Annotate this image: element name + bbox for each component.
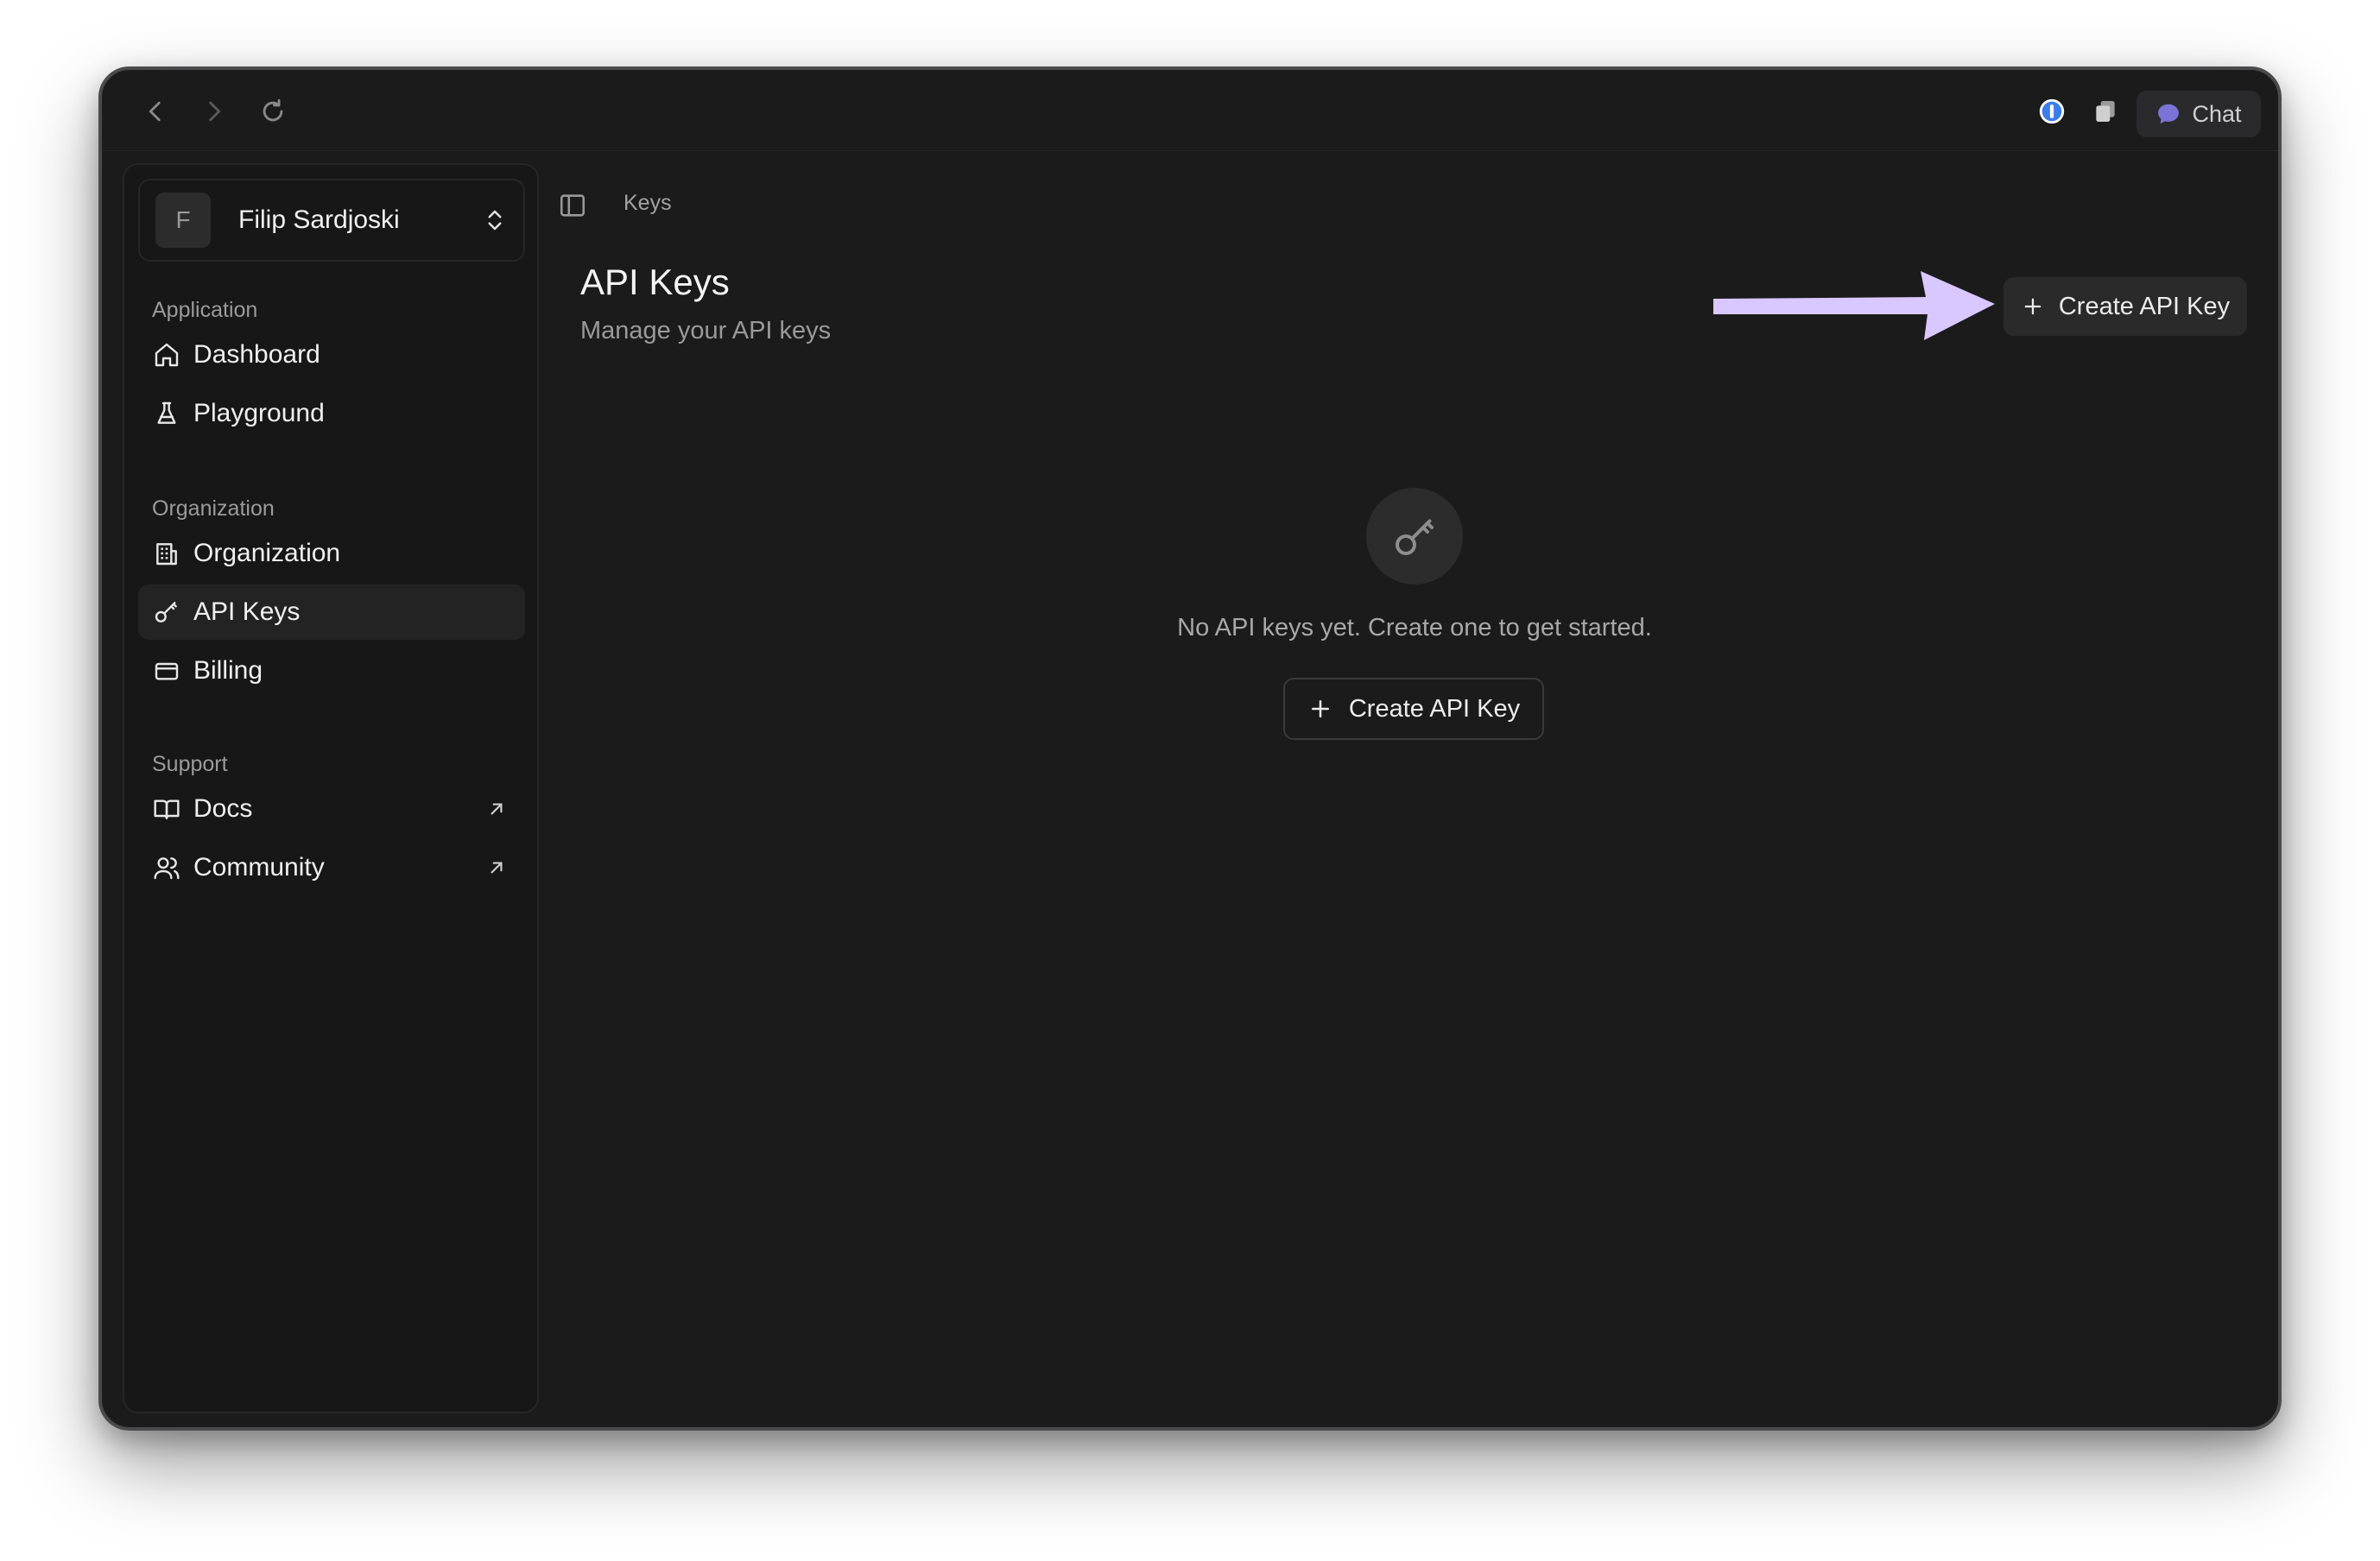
reload-button[interactable] [254, 92, 292, 130]
page-title: API Keys [580, 262, 730, 302]
sidebar-item-playground[interactable]: Playground [138, 386, 525, 441]
chat-bubble-icon [2158, 104, 2180, 124]
plus-icon [1311, 700, 1329, 717]
home-icon [155, 343, 179, 367]
pointer-arrow-icon [1713, 271, 1995, 340]
sidebar-item-dashboard[interactable]: Dashboard [138, 327, 525, 382]
sidebar: F Filip Sardjoski Application Dashboard … [123, 163, 539, 1413]
sidebar-item-community[interactable]: Community [138, 840, 525, 895]
empty-state-message: No API keys yet. Create one to get start… [1177, 614, 1652, 641]
key-icon [1396, 519, 1434, 555]
sidebar-item-billing[interactable]: Billing [138, 643, 525, 698]
section-label-support: Support [152, 752, 228, 776]
section-label-application: Application [152, 298, 258, 322]
sidebar-toggle-icon[interactable] [558, 191, 587, 220]
sidebar-item-label: Billing [193, 656, 263, 685]
external-link-icon [491, 862, 503, 874]
account-switcher[interactable]: F Filip Sardjoski [138, 179, 525, 262]
credit-card-icon [155, 662, 179, 680]
sidebar-item-api-keys[interactable]: API Keys [138, 585, 525, 640]
sidebar-item-label: Community [193, 853, 325, 882]
chat-label: Chat [2192, 100, 2242, 127]
forward-arrow-icon [209, 101, 221, 122]
chevron-up-down-icon [488, 210, 502, 231]
building-icon [156, 543, 177, 566]
create-api-key-label: Create API Key [2058, 292, 2231, 320]
user-name: Filip Sardjoski [238, 205, 400, 234]
back-button[interactable] [136, 92, 174, 130]
copy-icon [2096, 101, 2115, 122]
top-bar: Chat [102, 70, 2278, 151]
reload-icon [263, 98, 283, 122]
copy-button[interactable] [2088, 94, 2123, 129]
users-icon [154, 857, 180, 880]
flask-icon [157, 401, 176, 424]
empty-state-badge [1366, 488, 1463, 585]
forward-button[interactable] [195, 92, 233, 130]
empty-state-create-button[interactable]: Create API Key [1283, 678, 1544, 740]
password-manager-icon [2039, 98, 2065, 124]
page-subtitle: Manage your API keys [580, 317, 832, 344]
back-arrow-icon [149, 101, 161, 122]
sidebar-item-organization[interactable]: Organization [138, 526, 525, 581]
create-api-key-button[interactable]: Create API Key [2003, 277, 2247, 336]
sidebar-item-label: API Keys [193, 597, 301, 626]
section-label-organization: Organization [152, 496, 275, 521]
breadcrumb: Keys [623, 191, 672, 215]
sidebar-item-docs[interactable]: Docs [138, 781, 525, 837]
empty-state-create-label: Create API Key [1348, 694, 1521, 723]
sidebar-item-label: Dashboard [193, 340, 320, 369]
key-icon [155, 602, 177, 623]
chat-button[interactable]: Chat [2136, 91, 2261, 137]
sidebar-item-label: Organization [193, 539, 341, 567]
avatar: F [155, 193, 211, 248]
external-link-icon [491, 803, 503, 815]
app-window: Chat F Filip Sardjoski Application Dashb… [98, 66, 2282, 1431]
book-icon [154, 799, 180, 819]
password-manager-button[interactable] [2035, 94, 2069, 129]
sidebar-item-label: Docs [193, 794, 253, 823]
plus-icon [2024, 298, 2041, 315]
sidebar-item-label: Playground [193, 399, 325, 427]
